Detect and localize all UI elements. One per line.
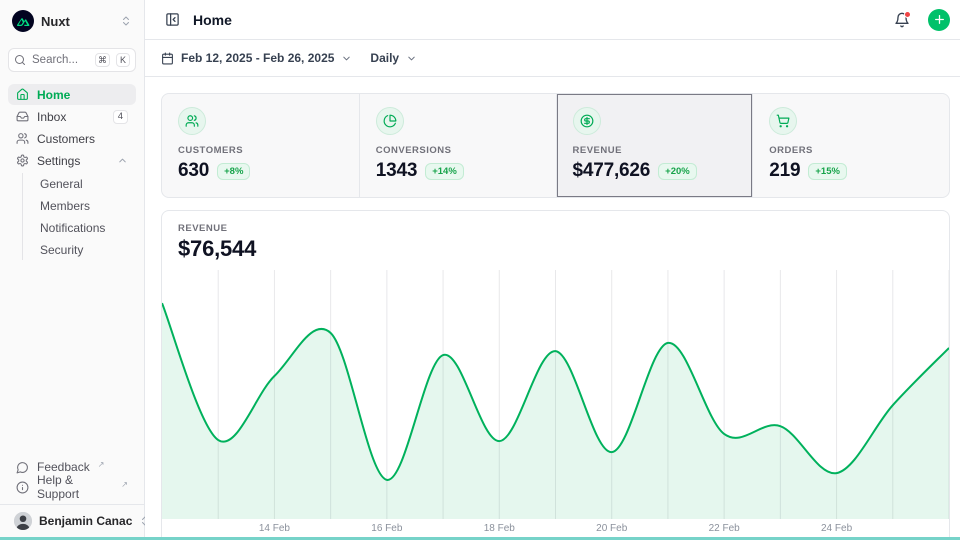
x-tick: 22 Feb [709, 523, 740, 534]
x-tick: 24 Feb [821, 523, 852, 534]
chart-header: REVENUE $76,544 [162, 211, 949, 270]
x-tick: 14 Feb [259, 523, 290, 534]
stat-delta-badge: +20% [658, 163, 697, 180]
plus-icon [933, 13, 946, 26]
stat-card-conversions[interactable]: CONVERSIONS 1343 +14% [359, 94, 556, 197]
search-input[interactable]: Search... ⌘ K [8, 48, 136, 72]
revenue-chart-card: REVENUE $76,544 14 Feb 16 Feb 18 Feb 20 … [161, 210, 950, 540]
user-name: Benjamin Canac [39, 514, 132, 528]
sidebar-subitem-general[interactable]: General [36, 173, 136, 194]
main-pane: Home Feb 12, 2025 - Feb 26, 2025 Daily [145, 0, 960, 540]
stat-value: 219 [769, 160, 800, 182]
sidebar-item-home[interactable]: Home [8, 84, 136, 105]
chat-bubble-icon [16, 461, 29, 474]
inbox-icon [16, 110, 29, 123]
cart-icon [769, 107, 797, 135]
sidebar: Nuxt Search... ⌘ K Home [0, 0, 145, 540]
kbd-k: K [116, 53, 130, 67]
external-link-icon: ↗ [98, 460, 105, 469]
stat-card-revenue[interactable]: REVENUE $477,626 +20% [556, 94, 753, 197]
sidebar-item-label: Feedback [37, 460, 90, 474]
stat-label: REVENUE [573, 145, 737, 156]
external-link-icon: ↗ [121, 480, 128, 489]
avatar [14, 512, 32, 530]
sidebar-item-settings[interactable]: Settings [8, 150, 136, 171]
notification-dot [904, 11, 911, 18]
stat-label: CONVERSIONS [376, 145, 540, 156]
stat-label: CUSTOMERS [178, 145, 343, 156]
sidebar-subitem-security[interactable]: Security [36, 239, 136, 260]
search-icon [14, 54, 26, 66]
x-tick: 16 Feb [371, 523, 402, 534]
collapse-sidebar-icon[interactable] [161, 9, 183, 31]
stat-value: 630 [178, 160, 209, 182]
sidebar-item-inbox[interactable]: Inbox 4 [8, 106, 136, 127]
user-menu[interactable]: Benjamin Canac [8, 505, 136, 532]
add-button[interactable] [928, 9, 950, 31]
sidebar-item-label: Home [37, 88, 128, 102]
sidebar-subitem-members[interactable]: Members [36, 195, 136, 216]
filter-toolbar: Feb 12, 2025 - Feb 26, 2025 Daily [145, 40, 960, 77]
inbox-count-badge: 4 [113, 110, 128, 124]
search-placeholder: Search... [32, 54, 89, 66]
users-icon [178, 107, 206, 135]
sidebar-item-label: Help & Support [37, 473, 113, 501]
date-range-label: Feb 12, 2025 - Feb 26, 2025 [181, 51, 334, 65]
sidebar-item-label: Customers [37, 132, 128, 146]
chevron-up-icon [117, 155, 128, 166]
chart-canvas [162, 270, 949, 519]
chevron-down-icon [341, 53, 352, 64]
sidebar-item-help-support[interactable]: Help & Support ↗ [8, 477, 136, 497]
sidebar-item-customers[interactable]: Customers [8, 128, 136, 149]
sidebar-item-label: Settings [37, 154, 109, 168]
top-header: Home [145, 0, 960, 40]
page-title: Home [193, 12, 878, 28]
x-tick: 18 Feb [484, 523, 515, 534]
stat-card-orders[interactable]: ORDERS 219 +15% [752, 94, 949, 197]
revenue-area-chart[interactable] [162, 270, 949, 519]
pie-chart-icon [376, 107, 404, 135]
stat-delta-badge: +14% [425, 163, 464, 180]
notifications-button[interactable] [888, 6, 916, 34]
stats-row: CUSTOMERS 630 +8% CONVERSIONS 1343 +14% [161, 93, 950, 198]
info-circle-icon [16, 481, 29, 494]
chevrons-up-down-icon [120, 15, 132, 27]
granularity-label: Daily [370, 51, 399, 65]
gear-icon [16, 154, 29, 167]
users-icon [16, 132, 29, 145]
workspace-name: Nuxt [41, 14, 113, 29]
chevron-down-icon [406, 53, 417, 64]
settings-submenu: General Members Notifications Security [22, 173, 136, 260]
stat-card-customers[interactable]: CUSTOMERS 630 +8% [162, 94, 359, 197]
stat-value: 1343 [376, 160, 417, 182]
granularity-select[interactable]: Daily [370, 51, 417, 65]
x-tick: 20 Feb [596, 523, 627, 534]
sidebar-item-label: Inbox [37, 110, 105, 124]
kbd-meta: ⌘ [95, 53, 110, 67]
sidebar-subitem-notifications[interactable]: Notifications [36, 217, 136, 238]
home-icon [16, 88, 29, 101]
sidebar-nav: Home Inbox 4 Customers Settings [8, 84, 136, 261]
stat-value: $477,626 [573, 160, 651, 182]
dashboard-content: CUSTOMERS 630 +8% CONVERSIONS 1343 +14% [145, 77, 960, 540]
chart-metric-value: $76,544 [178, 236, 933, 262]
calendar-icon [161, 52, 174, 65]
dashboard-app: Nuxt Search... ⌘ K Home [0, 0, 960, 540]
stat-label: ORDERS [769, 145, 933, 156]
stat-delta-badge: +8% [217, 163, 250, 180]
dollar-circle-icon [573, 107, 601, 135]
nuxt-logo-icon [12, 10, 34, 32]
workspace-switcher[interactable]: Nuxt [8, 8, 136, 34]
date-range-picker[interactable]: Feb 12, 2025 - Feb 26, 2025 [161, 51, 352, 65]
chart-metric-label: REVENUE [178, 223, 933, 234]
stat-delta-badge: +15% [808, 163, 847, 180]
